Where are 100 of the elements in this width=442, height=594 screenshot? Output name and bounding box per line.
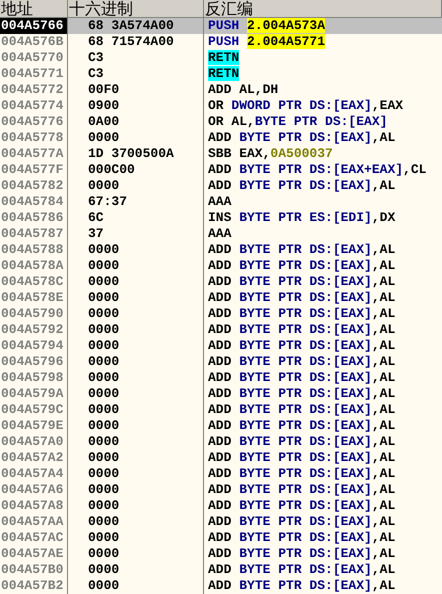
address-cell: 004A5784 bbox=[0, 194, 68, 210]
column-header[interactable]: 反汇编 bbox=[204, 0, 442, 18]
disassembly-cell-text: ADD BYTE PTR DS:[EAX],AL bbox=[207, 562, 396, 578]
address-cell: 004A577F bbox=[0, 162, 68, 178]
hex-cell: C3 bbox=[68, 50, 204, 66]
address-cell: 004A5786 bbox=[0, 210, 68, 226]
hex-cell: 0A00 bbox=[68, 114, 204, 130]
address-cell: 004A579C bbox=[0, 402, 68, 418]
address-cell: 004A57A8 bbox=[0, 498, 68, 514]
address-cell: 004A5796 bbox=[0, 354, 68, 370]
disassembly-cell-text: ADD AL,DH bbox=[207, 82, 280, 98]
hex-cell: 68 71574A00 bbox=[68, 34, 204, 50]
address-cell: 004A577A bbox=[0, 146, 68, 162]
hex-cell: 0000 bbox=[68, 306, 204, 322]
disassembly-cell-text: ADD BYTE PTR DS:[EAX],AL bbox=[207, 178, 396, 194]
disassembly-cell-text: ADD BYTE PTR DS:[EAX],AL bbox=[207, 418, 396, 434]
hex-cell: 0000 bbox=[68, 530, 204, 546]
hex-cell: 0000 bbox=[68, 258, 204, 274]
hex-cell: 0000 bbox=[68, 514, 204, 530]
disassembly-cell-text: SBB EAX,0A500037 bbox=[207, 146, 334, 162]
disassembly-cell-text: AAA bbox=[207, 226, 232, 242]
hex-cell: 0000 bbox=[68, 466, 204, 482]
disassembly-cell-text: ADD BYTE PTR DS:[EAX],AL bbox=[207, 354, 396, 370]
hex-cell: C3 bbox=[68, 66, 204, 82]
address-cell: 004A5776 bbox=[0, 114, 68, 130]
hex-cell: 0000 bbox=[68, 562, 204, 578]
disassembly-cell-text: ADD BYTE PTR DS:[EAX],AL bbox=[207, 546, 396, 562]
disassembly-cell-text: OR DWORD PTR DS:[EAX],EAX bbox=[207, 98, 404, 114]
hex-cell: 0000 bbox=[68, 386, 204, 402]
address-cell: 004A5774 bbox=[0, 98, 68, 114]
address-cell: 004A57A4 bbox=[0, 466, 68, 482]
address-cell: 004A578A bbox=[0, 258, 68, 274]
hex-cell: 0000 bbox=[68, 178, 204, 194]
address-cell: 004A5787 bbox=[0, 226, 68, 242]
hex-cell: 0900 bbox=[68, 98, 204, 114]
address-cell: 004A579E bbox=[0, 418, 68, 434]
disassembly-cell-text: ADD BYTE PTR DS:[EAX],AL bbox=[207, 258, 396, 274]
address-cell: 004A57A2 bbox=[0, 450, 68, 466]
hex-cell: 0000 bbox=[68, 402, 204, 418]
address-cell: 004A576B bbox=[0, 34, 68, 50]
disassembly-cell-text: ADD BYTE PTR DS:[EAX],AL bbox=[207, 498, 396, 514]
disassembly-cell-text: ADD BYTE PTR DS:[EAX],AL bbox=[207, 322, 396, 338]
hex-cell: 67:37 bbox=[68, 194, 204, 210]
address-cell: 004A57AC bbox=[0, 530, 68, 546]
disassembly-cell-text: ADD BYTE PTR DS:[EAX],AL bbox=[207, 578, 396, 594]
disassembly-cell-text: ADD BYTE PTR DS:[EAX],AL bbox=[207, 402, 396, 418]
disassembly-cell-text: ADD BYTE PTR DS:[EAX],AL bbox=[207, 450, 396, 466]
address-cell: 004A5771 bbox=[0, 66, 68, 82]
address-cell: 004A5772 bbox=[0, 82, 68, 98]
hex-cell: 0000 bbox=[68, 434, 204, 450]
disassembly-cell-text: INS BYTE PTR ES:[EDI],DX bbox=[207, 210, 396, 226]
address-cell: 004A5794 bbox=[0, 338, 68, 354]
disassembly-cell-text: ADD BYTE PTR DS:[EAX],AL bbox=[207, 514, 396, 530]
disassembly-cell-text: ADD BYTE PTR DS:[EAX+EAX],CL bbox=[207, 162, 428, 178]
address-cell: 004A5778 bbox=[0, 130, 68, 146]
disassembly-cell-text: PUSH 2.004A5771 bbox=[207, 34, 326, 50]
hex-cell: 0000 bbox=[68, 274, 204, 290]
disassembly-cell-text: ADD BYTE PTR DS:[EAX],AL bbox=[207, 482, 396, 498]
address-cell: 004A57A0 bbox=[0, 434, 68, 450]
address-cell: 004A57AE bbox=[0, 546, 68, 562]
address-cell: 004A57B2 bbox=[0, 578, 68, 594]
hex-cell: 0000 bbox=[68, 354, 204, 370]
address-cell: 004A57A6 bbox=[0, 482, 68, 498]
hex-cell: 68 3A574A00 bbox=[68, 18, 204, 34]
address-cell: 004A57B0 bbox=[0, 562, 68, 578]
hex-cell: 0000 bbox=[68, 322, 204, 338]
hex-cell: 0000 bbox=[68, 578, 204, 594]
hex-cell: 0000 bbox=[68, 546, 204, 562]
column-header[interactable]: 地址 bbox=[0, 0, 68, 18]
address-cell: 004A578E bbox=[0, 290, 68, 306]
hex-cell: 0000 bbox=[68, 418, 204, 434]
disassembly-cell-text: AAA bbox=[207, 194, 232, 210]
disassembly-cell-text: ADD BYTE PTR DS:[EAX],AL bbox=[207, 306, 396, 322]
disassembly-cell-text: ADD BYTE PTR DS:[EAX],AL bbox=[207, 530, 396, 546]
address-cell: 004A5790 bbox=[0, 306, 68, 322]
disassembly-cell-text: ADD BYTE PTR DS:[EAX],AL bbox=[207, 290, 396, 306]
hex-cell: 0000 bbox=[68, 130, 204, 146]
disassembly-cell-text: ADD BYTE PTR DS:[EAX],AL bbox=[207, 370, 396, 386]
address-cell: 004A578C bbox=[0, 274, 68, 290]
disassembly-cell-text: RETN bbox=[207, 66, 240, 82]
disassembly-cell-text: OR AL,BYTE PTR DS:[EAX] bbox=[207, 114, 388, 130]
hex-cell: 0000 bbox=[68, 338, 204, 354]
hex-cell: 0000 bbox=[68, 242, 204, 258]
disassembly-cell-text: ADD BYTE PTR DS:[EAX],AL bbox=[207, 386, 396, 402]
address-cell: 004A5788 bbox=[0, 242, 68, 258]
hex-cell: 000C00 bbox=[68, 162, 204, 178]
hex-cell: 0000 bbox=[68, 482, 204, 498]
hex-cell: 00F0 bbox=[68, 82, 204, 98]
disassembly-cell-text: RETN bbox=[207, 50, 240, 66]
disassembly-cell-text: ADD BYTE PTR DS:[EAX],AL bbox=[207, 338, 396, 354]
hex-cell: 37 bbox=[68, 226, 204, 242]
address-cell: 004A5770 bbox=[0, 50, 68, 66]
address-cell: 004A579A bbox=[0, 386, 68, 402]
column-header[interactable]: 十六进制 bbox=[68, 0, 204, 18]
disassembly-cell: PUSH 2.004A573A bbox=[204, 18, 442, 34]
disassembly-cell-text: ADD BYTE PTR DS:[EAX],AL bbox=[207, 242, 396, 258]
hex-cell: 0000 bbox=[68, 290, 204, 306]
address-cell: 004A5766 bbox=[0, 18, 68, 34]
address-cell: 004A5782 bbox=[0, 178, 68, 194]
disassembly-cell-text: ADD BYTE PTR DS:[EAX],AL bbox=[207, 130, 396, 146]
